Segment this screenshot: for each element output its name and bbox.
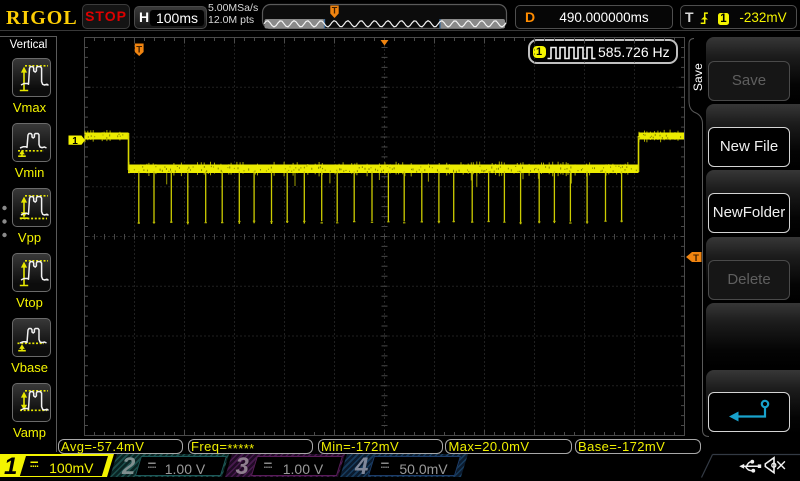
svg-text:T: T	[136, 45, 142, 56]
svg-text:T: T	[332, 6, 338, 16]
svg-text:T: T	[693, 253, 699, 264]
svg-text:1: 1	[72, 136, 78, 147]
